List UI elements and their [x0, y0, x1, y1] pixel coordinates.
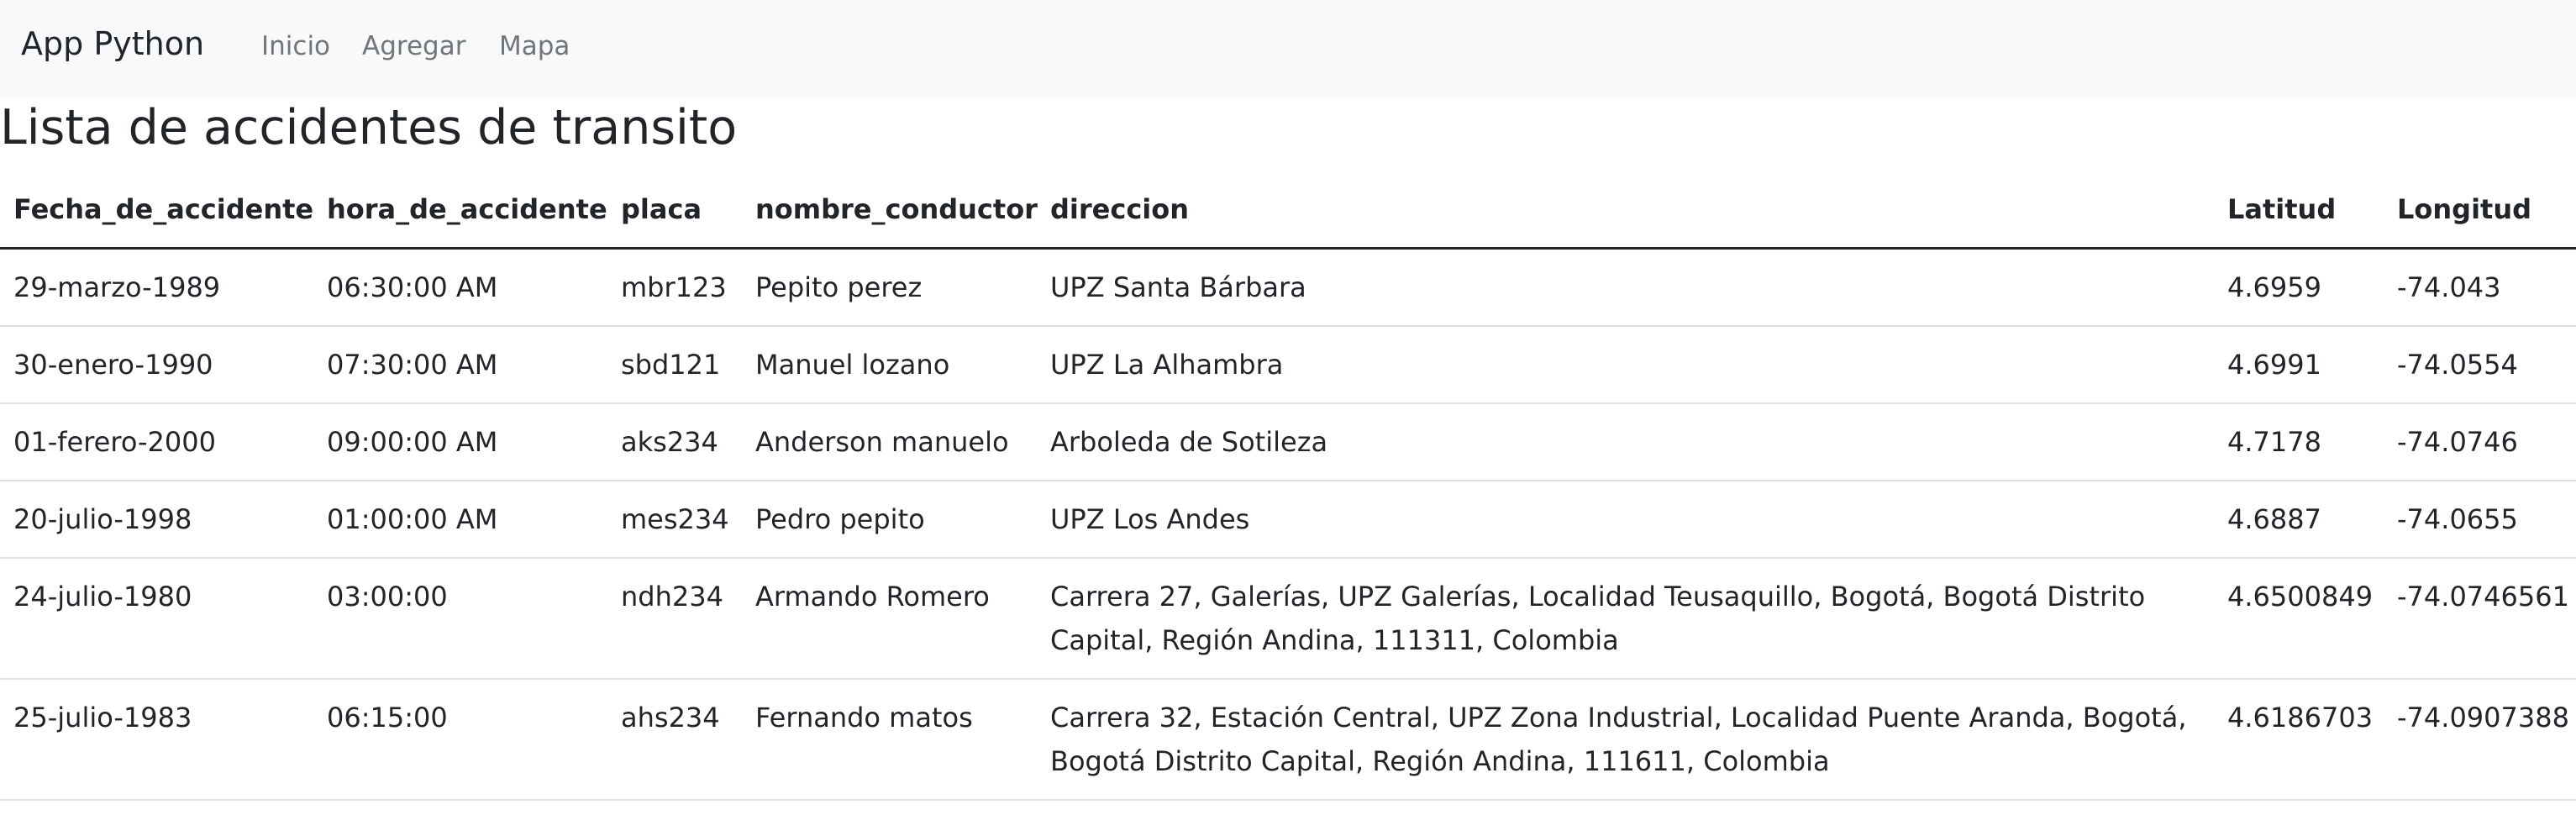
- cell-direccion: UPZ Los Andes: [1037, 480, 2214, 559]
- cell-direccion: UPZ La Alhambra: [1037, 325, 2214, 404]
- cell-longitud: -74.0746561: [2384, 557, 2576, 680]
- table-header-row: Fecha_de_accidente hora_de_accidente pla…: [0, 172, 2576, 250]
- cell-latitud: 4.6991: [2214, 325, 2384, 404]
- nav-link-agregar[interactable]: Agregar: [362, 28, 465, 65]
- cell-nombre-conductor: Manuel lozano: [742, 325, 1037, 404]
- header-latitud: Latitud: [2214, 172, 2384, 250]
- table-row: 25-julio-1983 06:15:00 ahs234 Fernando m…: [0, 678, 2576, 801]
- table-body: 29-marzo-1989 06:30:00 AM mbr123 Pepito …: [0, 248, 2576, 801]
- table-row: 20-julio-1998 01:00:00 AM mes234 Pedro p…: [0, 480, 2576, 559]
- table-row: 29-marzo-1989 06:30:00 AM mbr123 Pepito …: [0, 248, 2576, 327]
- nav-link-inicio[interactable]: Inicio: [261, 28, 330, 65]
- cell-hora: 06:30:00 AM: [313, 248, 607, 327]
- cell-hora: 03:00:00: [313, 557, 607, 680]
- cell-longitud: -74.0907388: [2384, 678, 2576, 801]
- header-fecha: Fecha_de_accidente: [0, 172, 313, 250]
- cell-fecha: 29-marzo-1989: [0, 248, 313, 327]
- cell-nombre-conductor: Pedro pepito: [742, 480, 1037, 559]
- cell-fecha: 24-julio-1980: [0, 557, 313, 680]
- cell-direccion: Arboleda de Sotileza: [1037, 402, 2214, 481]
- cell-hora: 07:30:00 AM: [313, 325, 607, 404]
- cell-placa: ndh234: [607, 557, 742, 680]
- cell-direccion: Carrera 32, Estación Central, UPZ Zona I…: [1037, 678, 2214, 801]
- cell-nombre-conductor: Pepito perez: [742, 248, 1037, 327]
- cell-latitud: 4.6959: [2214, 248, 2384, 327]
- header-longitud: Longitud: [2384, 172, 2576, 250]
- cell-longitud: -74.0655: [2384, 480, 2576, 559]
- cell-direccion: Carrera 27, Galerías, UPZ Galerías, Loca…: [1037, 557, 2214, 680]
- navbar-brand[interactable]: App Python: [21, 23, 204, 65]
- table-header: Fecha_de_accidente hora_de_accidente pla…: [0, 172, 2576, 250]
- header-placa: placa: [607, 172, 742, 250]
- cell-placa: aks234: [607, 402, 742, 481]
- cell-hora: 01:00:00 AM: [313, 480, 607, 559]
- cell-longitud: -74.0746: [2384, 402, 2576, 481]
- cell-fecha: 25-julio-1983: [0, 678, 313, 801]
- cell-placa: mes234: [607, 480, 742, 559]
- accidents-table: Fecha_de_accidente hora_de_accidente pla…: [0, 172, 2576, 801]
- header-direccion: direccion: [1037, 172, 2214, 250]
- cell-hora: 06:15:00: [313, 678, 607, 801]
- header-hora: hora_de_accidente: [313, 172, 607, 250]
- navbar: App Python Inicio Agregar Mapa: [0, 0, 2576, 97]
- cell-direccion: UPZ Santa Bárbara: [1037, 248, 2214, 327]
- cell-nombre-conductor: Fernando matos: [742, 678, 1037, 801]
- cell-latitud: 4.6186703: [2214, 678, 2384, 801]
- page-title: Lista de accidentes de transito: [0, 100, 738, 155]
- cell-longitud: -74.0554: [2384, 325, 2576, 404]
- cell-latitud: 4.7178: [2214, 402, 2384, 481]
- cell-placa: sbd121: [607, 325, 742, 404]
- cell-placa: ahs234: [607, 678, 742, 801]
- cell-latitud: 4.6887: [2214, 480, 2384, 559]
- cell-nombre-conductor: Armando Romero: [742, 557, 1037, 680]
- cell-fecha: 30-enero-1990: [0, 325, 313, 404]
- cell-fecha: 20-julio-1998: [0, 480, 313, 559]
- cell-latitud: 4.6500849: [2214, 557, 2384, 680]
- cell-fecha: 01-ferero-2000: [0, 402, 313, 481]
- table-row: 01-ferero-2000 09:00:00 AM aks234 Anders…: [0, 402, 2576, 481]
- cell-longitud: -74.043: [2384, 248, 2576, 327]
- header-nombre-conductor: nombre_conductor: [742, 172, 1038, 250]
- table-row: 24-julio-1980 03:00:00 ndh234 Armando Ro…: [0, 557, 2576, 680]
- cell-nombre-conductor: Anderson manuelo: [742, 402, 1037, 481]
- nav-link-mapa[interactable]: Mapa: [499, 28, 570, 65]
- cell-hora: 09:00:00 AM: [313, 402, 607, 481]
- cell-placa: mbr123: [607, 248, 742, 327]
- table-row: 30-enero-1990 07:30:00 AM sbd121 Manuel …: [0, 325, 2576, 404]
